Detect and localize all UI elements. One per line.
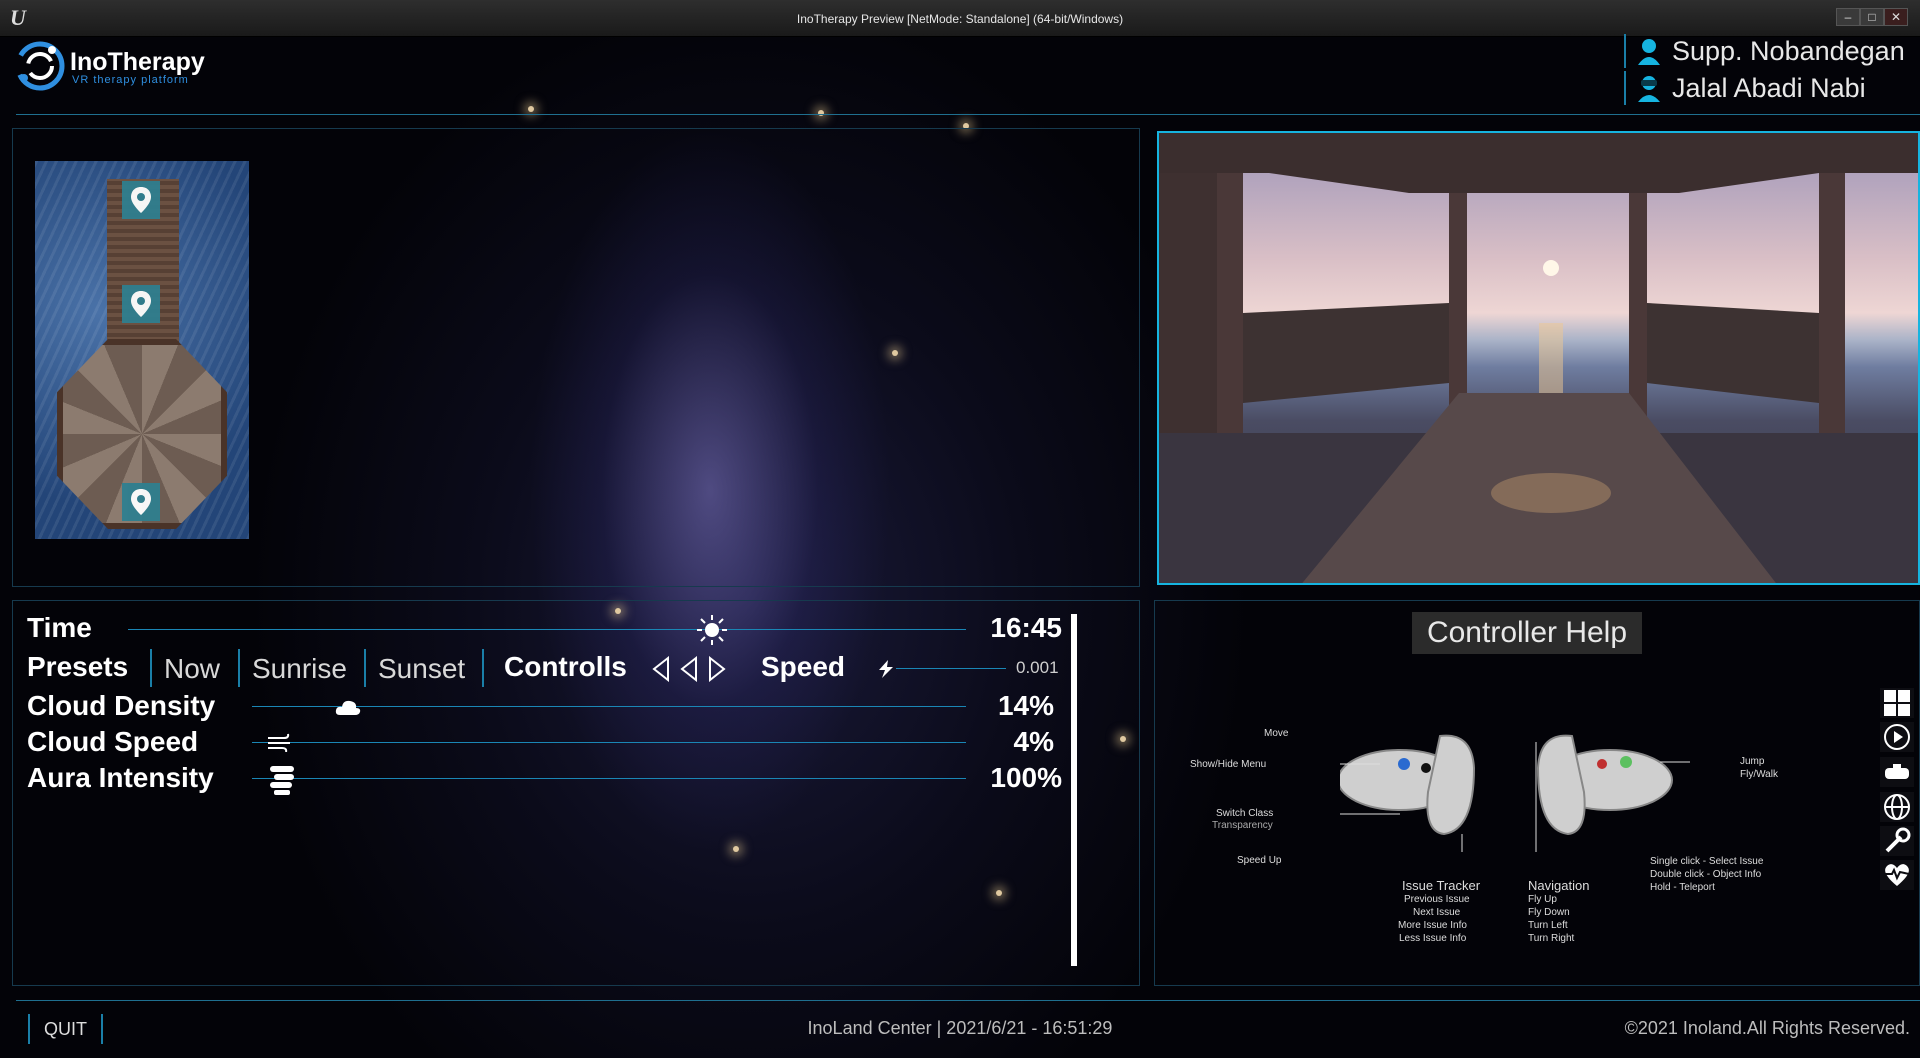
help-label: Hold - Teleport [1650, 882, 1715, 893]
cloud-density-value: 14% [997, 690, 1054, 721]
help-label: Switch Class [1216, 808, 1274, 819]
lightning-icon[interactable] [876, 659, 896, 679]
gazebo-scene [1159, 133, 1918, 583]
help-label: Show/Hide Menu [1190, 759, 1267, 770]
help-label: Transparency [1212, 820, 1273, 831]
wind-icon[interactable] [266, 732, 294, 752]
presets-label: Presets [27, 651, 129, 682]
time-slider-track[interactable] [128, 629, 966, 630]
speed-label: Speed [761, 651, 846, 682]
user-supporter[interactable]: Supp. Nobandegan [1624, 34, 1905, 68]
help-label: Double click - Object Info [1650, 869, 1762, 880]
aura-intensity-label: Aura Intensity [27, 762, 214, 793]
minimap[interactable] [35, 161, 249, 539]
inotherapy-logo-icon [15, 41, 65, 91]
user-name: Supp. Nobandegan [1672, 35, 1905, 66]
time-value: 16:45 [990, 612, 1062, 643]
cloud-speed-value: 4% [1013, 726, 1054, 757]
play-circle-icon[interactable] [1880, 722, 1914, 752]
user-patient[interactable]: Jalal Abadi Nabi [1624, 71, 1866, 105]
brand-name: InoTherapy [70, 48, 205, 76]
cloud-speed-slider-track[interactable] [252, 742, 966, 743]
quit-button[interactable]: QUIT [28, 1014, 103, 1044]
speed-slider-track[interactable] [896, 668, 1006, 669]
cloud-density-label: Cloud Density [27, 690, 216, 721]
cloud-speed-label: Cloud Speed [27, 726, 199, 757]
close-button[interactable]: ✕ [1884, 8, 1908, 26]
status-location-time: InoLand Center | 2021/6/21 - 16:51:29 [807, 1018, 1113, 1038]
divider [16, 1000, 1920, 1001]
window-title: InoTherapy Preview [NetMode: Standalone]… [796, 12, 1124, 26]
vr-preview-viewport[interactable] [1157, 131, 1920, 585]
vr-headset-icon[interactable] [1880, 757, 1914, 787]
minimize-button[interactable]: – [1836, 8, 1860, 26]
help-label: More Issue Info [1398, 920, 1467, 931]
globe-icon[interactable] [1880, 792, 1914, 822]
brand-tagline: VR therapy platform [72, 74, 189, 86]
dashboard-icon[interactable] [1880, 688, 1914, 718]
copyright-text: ©2021 Inoland.All Rights Reserved. [1624, 1018, 1910, 1038]
controls-scrollbar[interactable] [1071, 614, 1077, 966]
ambient-light [818, 110, 824, 116]
tools-icon[interactable] [1880, 826, 1914, 856]
help-label: Turn Left [1528, 920, 1568, 931]
help-label: Speed Up [1237, 855, 1282, 866]
location-pin-icon[interactable] [122, 181, 160, 219]
cloud-icon[interactable] [334, 697, 362, 717]
aura-icon[interactable] [268, 764, 296, 796]
speed-value: 0.001 [1016, 658, 1059, 677]
step-back-icon[interactable] [652, 656, 670, 682]
aura-intensity-slider-track[interactable] [252, 778, 966, 779]
controllers-diagram [1340, 734, 1690, 852]
user-name: Jalal Abadi Nabi [1672, 72, 1866, 103]
user-vr-icon [1638, 76, 1660, 102]
sun-icon[interactable] [696, 614, 728, 646]
help-label: Fly/Walk [1740, 769, 1778, 780]
aura-intensity-value: 100% [990, 762, 1062, 793]
preset-sunrise-button[interactable]: Sunrise [238, 649, 359, 687]
location-pin-icon[interactable] [122, 285, 160, 323]
help-label: Next Issue [1413, 907, 1461, 918]
maximize-button[interactable]: □ [1860, 8, 1884, 26]
divider [482, 649, 484, 687]
help-label: Previous Issue [1404, 894, 1470, 905]
help-label: Fly Up [1528, 894, 1557, 905]
back-icon[interactable] [680, 656, 698, 682]
navigation-title: Navigation [1528, 878, 1590, 893]
help-label: Single click - Select Issue [1650, 856, 1764, 867]
play-icon[interactable] [708, 656, 726, 682]
preset-sunset-button[interactable]: Sunset [364, 649, 477, 687]
user-female-icon [1638, 39, 1660, 65]
ambient-light [528, 106, 534, 112]
issue-tracker-title: Issue Tracker [1402, 878, 1481, 893]
preset-now-button[interactable]: Now [150, 649, 232, 687]
location-pin-icon[interactable] [122, 483, 160, 521]
controlls-label: Controlls [504, 651, 627, 682]
help-label: Jump [1740, 756, 1765, 767]
divider [16, 114, 1920, 115]
help-label: Turn Right [1528, 933, 1575, 944]
help-label: Less Issue Info [1399, 933, 1467, 944]
controller-help-title: Controller Help [1412, 612, 1642, 654]
time-label: Time [27, 612, 92, 643]
heart-pulse-icon[interactable] [1880, 860, 1914, 890]
help-label: Fly Down [1528, 907, 1570, 918]
help-label: Move [1264, 728, 1289, 739]
